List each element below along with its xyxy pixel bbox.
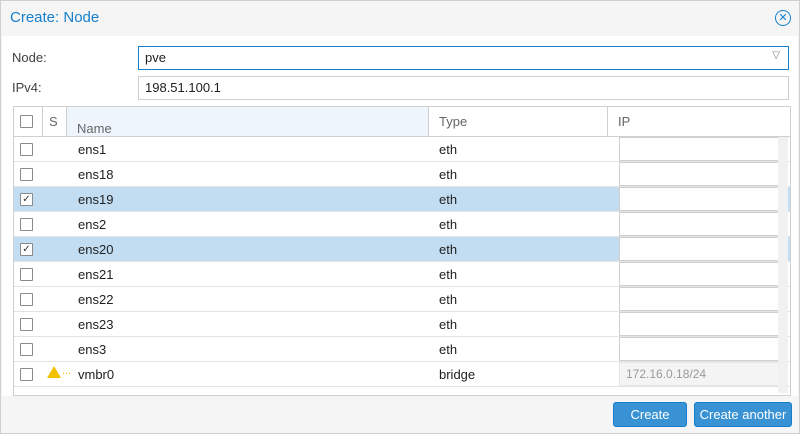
row-checkbox[interactable] <box>20 268 33 281</box>
table-row[interactable]: ens2 eth <box>14 212 790 237</box>
row-checkbox[interactable] <box>20 368 33 381</box>
table-row[interactable]: ✓ ens20 eth <box>14 237 790 262</box>
row-type: eth <box>439 267 458 282</box>
header-select-all[interactable] <box>14 107 43 136</box>
row-checkbox[interactable] <box>20 168 33 181</box>
ip-input[interactable] <box>619 137 780 161</box>
header-type-label: Type <box>439 114 468 129</box>
row-name: ens22 <box>78 292 114 307</box>
warning-ellipsis: ... <box>62 365 72 377</box>
ip-value: 172.16.0.18/24 <box>626 367 707 381</box>
table-row[interactable]: ens23 eth <box>14 312 790 337</box>
ipv4-label: IPv4: <box>12 80 42 95</box>
row-name: ens20 <box>78 242 114 257</box>
warning-icon <box>47 366 61 378</box>
close-icon[interactable]: ✕ <box>775 10 791 26</box>
create-node-dialog: Create: Node ✕ Node: pve ▽ IPv4: 198.51.… <box>0 0 800 434</box>
row-name: ens1 <box>78 142 107 157</box>
row-type: eth <box>439 142 458 157</box>
table-row[interactable]: ens18 eth <box>14 162 790 187</box>
create-button[interactable]: Create <box>613 402 687 427</box>
node-row: Node: pve ▽ <box>12 46 789 70</box>
row-type: eth <box>439 192 458 207</box>
ip-input[interactable] <box>619 162 780 186</box>
dialog-titlebar: Create: Node ✕ <box>1 1 799 35</box>
row-checkbox[interactable] <box>20 293 33 306</box>
ipv4-input[interactable]: 198.51.100.1 <box>138 76 789 100</box>
row-type: eth <box>439 217 458 232</box>
header-type[interactable]: Type <box>429 107 608 136</box>
row-checkbox[interactable]: ✓ <box>20 243 33 256</box>
row-name: ens2 <box>78 217 107 232</box>
sort-ascending-icon: ↑ <box>81 121 88 136</box>
node-value: pve <box>145 50 166 65</box>
grid-header: S Name ↑ Type IP <box>14 107 790 137</box>
ipv4-value: 198.51.100.1 <box>145 80 221 95</box>
row-name: ens3 <box>78 342 107 357</box>
row-type: eth <box>439 342 458 357</box>
ip-input[interactable] <box>619 287 780 311</box>
ip-input[interactable] <box>619 262 780 286</box>
ip-input: 172.16.0.18/24 <box>619 362 780 386</box>
ip-input[interactable] <box>619 337 780 361</box>
ipv4-row: IPv4: 198.51.100.1 <box>12 76 789 100</box>
ip-input[interactable] <box>619 187 780 211</box>
table-row[interactable]: ens3 eth <box>14 337 790 362</box>
table-row[interactable]: ... vmbr0 bridge 172.16.0.18/24 <box>14 362 790 387</box>
row-type: bridge <box>439 367 476 382</box>
create-another-button[interactable]: Create another <box>694 402 792 427</box>
row-checkbox[interactable] <box>20 318 33 331</box>
node-combobox[interactable]: pve ▽ <box>138 46 789 70</box>
network-grid: S Name ↑ Type IP ens1 eth ens18 eth ✓ ens19 eth… <box>13 106 791 396</box>
header-ip-label: IP <box>618 114 631 129</box>
row-checkbox[interactable] <box>20 143 33 156</box>
row-name: ens21 <box>78 267 114 282</box>
grid-scrollbar[interactable] <box>778 137 788 393</box>
ip-input[interactable] <box>619 312 780 336</box>
header-s-label: S <box>49 114 58 129</box>
row-name: ens23 <box>78 317 114 332</box>
table-row[interactable]: ens21 eth <box>14 262 790 287</box>
row-type: eth <box>439 317 458 332</box>
header-ip[interactable]: IP <box>608 107 790 136</box>
header-s[interactable]: S <box>43 107 67 136</box>
row-checkbox[interactable]: ✓ <box>20 193 33 206</box>
table-row[interactable]: ens22 eth <box>14 287 790 312</box>
node-label: Node: <box>12 50 47 65</box>
chevron-down-icon[interactable]: ▽ <box>772 50 780 61</box>
dialog-footer: Create Create another <box>1 396 799 433</box>
row-type: eth <box>439 242 458 257</box>
row-name: vmbr0 <box>78 367 115 382</box>
table-row[interactable]: ✓ ens19 eth <box>14 187 790 212</box>
table-row[interactable]: ens1 eth <box>14 137 790 162</box>
row-name: ens18 <box>78 167 114 182</box>
row-checkbox[interactable] <box>20 343 33 356</box>
row-type: eth <box>439 167 458 182</box>
row-type: eth <box>439 292 458 307</box>
row-checkbox[interactable] <box>20 218 33 231</box>
ip-input[interactable] <box>619 212 780 236</box>
row-name: ens19 <box>78 192 114 207</box>
select-all-checkbox[interactable] <box>20 115 33 128</box>
dialog-title: Create: Node <box>10 9 100 26</box>
dialog-body: Node: pve ▽ IPv4: 198.51.100.1 S Name↑ <box>2 36 798 396</box>
ip-input[interactable] <box>619 237 780 261</box>
header-name[interactable]: Name ↑ <box>67 107 429 136</box>
